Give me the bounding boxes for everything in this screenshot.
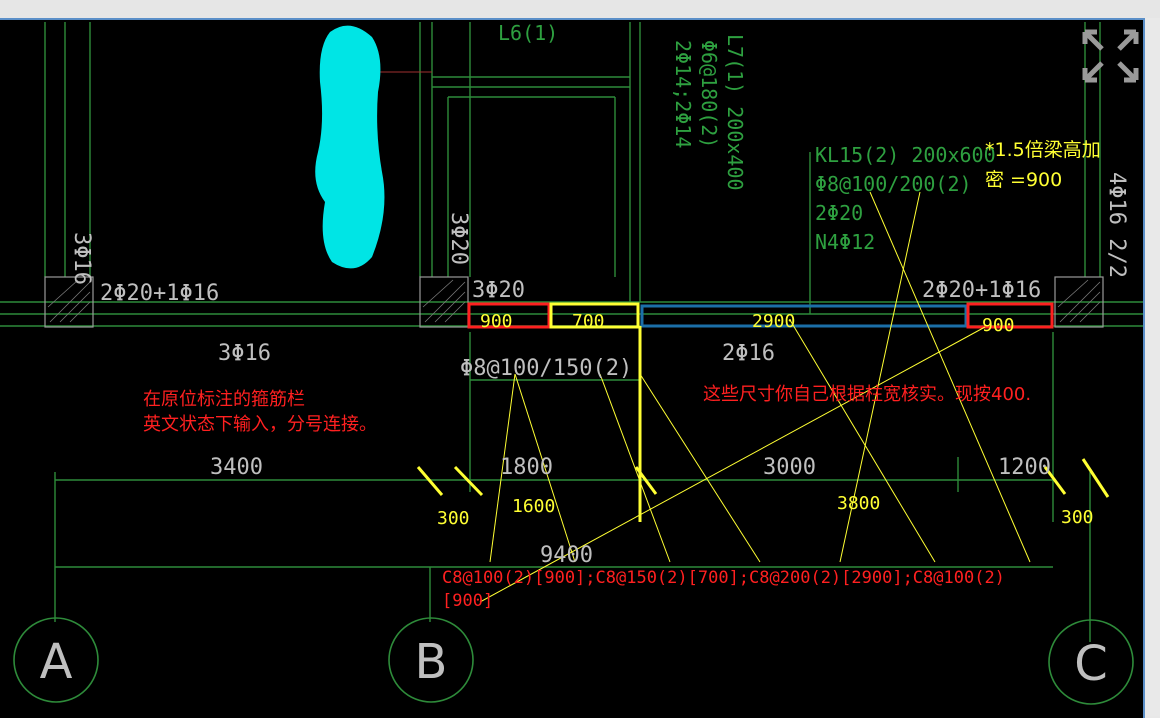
axis-letter-a: A: [40, 634, 73, 690]
top-bar: [0, 0, 1160, 18]
kl15-line2: Φ8@100/200(2): [815, 172, 972, 196]
segment-700: 700: [572, 311, 605, 332]
note-left-line2: 英文状态下输入，分号连接。: [143, 414, 377, 435]
top-right-rebar: 2Φ20+1Φ16: [922, 278, 1041, 303]
dim-1800: 1800: [500, 455, 553, 480]
l7-line2: Φ6@180(2): [697, 40, 721, 148]
note-left-line1: 在原位标注的箍筋栏: [143, 389, 305, 410]
cad-drawing: 2Φ20+1Φ16 3Φ20 2Φ20+1Φ16 3Φ16 2Φ16 Φ8@10…: [0, 21, 1143, 705]
top-left-rebar: 2Φ20+1Φ16: [100, 281, 219, 306]
segment-900-left: 900: [480, 311, 513, 332]
note-density-line1: *1.5倍梁高加: [985, 139, 1101, 161]
val-3800: 3800: [837, 493, 880, 514]
bottom-left-rebar: 3Φ16: [218, 341, 271, 366]
top-mid-rebar: 3Φ20: [472, 278, 525, 303]
note-right: 这些尺寸你自己根据柱宽核实。现按400.: [703, 384, 1031, 405]
window-edge: [1145, 18, 1160, 716]
axis-letter-b: B: [415, 634, 448, 690]
note-density-line2: 密 =900: [985, 169, 1062, 191]
dim-9400: 9400: [540, 543, 593, 568]
fullscreen-icon[interactable]: [1082, 29, 1139, 83]
kl15-line1: KL15(2) 200x600: [815, 143, 996, 167]
val-300-right: 300: [1061, 507, 1094, 528]
val-300-left: 300: [437, 508, 470, 529]
stirrup-mid: Φ8@100/150(2): [460, 356, 632, 381]
axis-letter-c: C: [1074, 636, 1108, 692]
cyan-highlight-blob: [315, 25, 385, 269]
segment-900-right: 900: [982, 315, 1015, 336]
l7-line3: 2Φ14;2Φ14: [671, 40, 695, 148]
segment-box-2900[interactable]: [640, 304, 968, 328]
col-3f16-left: 3Φ16: [69, 232, 94, 285]
bottom-mid-rebar: 2Φ16: [722, 341, 775, 366]
kl15-line4: N4Φ12: [815, 230, 875, 254]
formula-line1: C8@100(2)[900];C8@150(2)[700];C8@200(2)[…: [442, 568, 1005, 588]
l6-label: L6(1): [498, 21, 558, 45]
segment-2900: 2900: [752, 311, 795, 332]
l7-line1: L7(1) 200x400: [723, 34, 747, 191]
col-3f20-mid: 3Φ20: [446, 212, 471, 265]
formula-line2: [900]: [442, 591, 493, 611]
right-vert-rebar: 4Φ16 2/2: [1104, 172, 1129, 278]
cad-drawing-canvas[interactable]: 2Φ20+1Φ16 3Φ20 2Φ20+1Φ16 3Φ16 2Φ16 Φ8@10…: [0, 18, 1145, 718]
dim-3400: 3400: [210, 455, 263, 480]
kl15-line3: 2Φ20: [815, 201, 863, 225]
val-1600: 1600: [512, 496, 555, 517]
dim-3000: 3000: [763, 455, 816, 480]
dim-1200: 1200: [998, 455, 1051, 480]
